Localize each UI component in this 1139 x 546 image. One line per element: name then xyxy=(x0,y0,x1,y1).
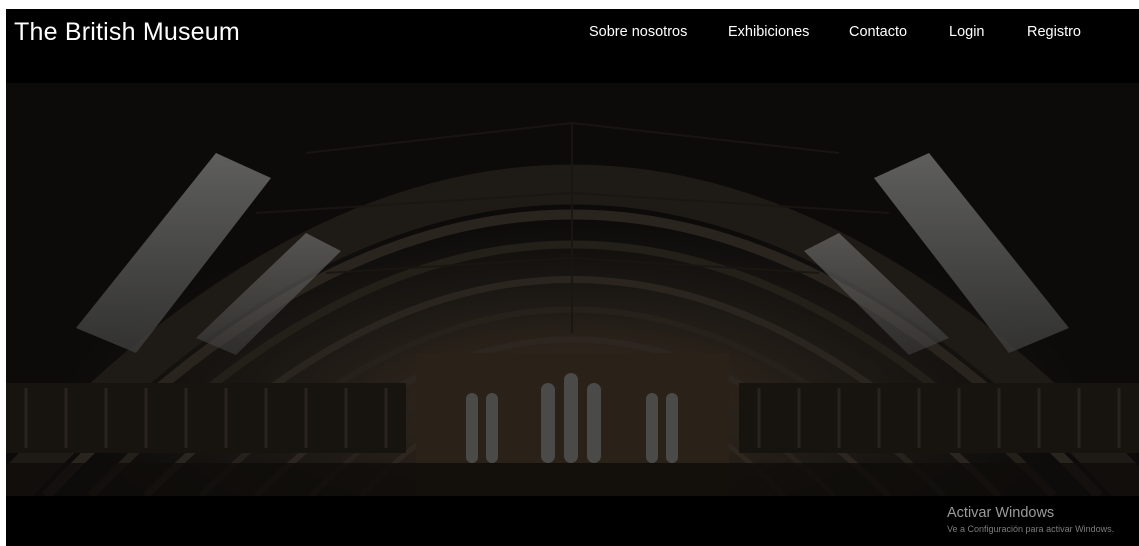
windows-activation-subtitle: Ve a Configuración para activar Windows. xyxy=(947,524,1115,534)
hero-image xyxy=(6,83,1139,496)
top-navbar: The British Museum Sobre nosotros Exhibi… xyxy=(6,9,1139,83)
nav-link-contacto[interactable]: Contacto xyxy=(849,24,907,40)
site-brand[interactable]: The British Museum xyxy=(14,18,240,47)
museum-hall-illustration xyxy=(6,83,1139,496)
nav-link-sobre-nosotros[interactable]: Sobre nosotros xyxy=(589,24,687,40)
nav-link-login[interactable]: Login xyxy=(949,24,984,40)
page: The British Museum Sobre nosotros Exhibi… xyxy=(6,9,1139,546)
page-footer xyxy=(6,496,1139,546)
nav-link-registro[interactable]: Registro xyxy=(1027,24,1081,40)
nav-link-exhibiciones[interactable]: Exhibiciones xyxy=(728,24,809,40)
windows-activation-title: Activar Windows xyxy=(947,505,1055,521)
